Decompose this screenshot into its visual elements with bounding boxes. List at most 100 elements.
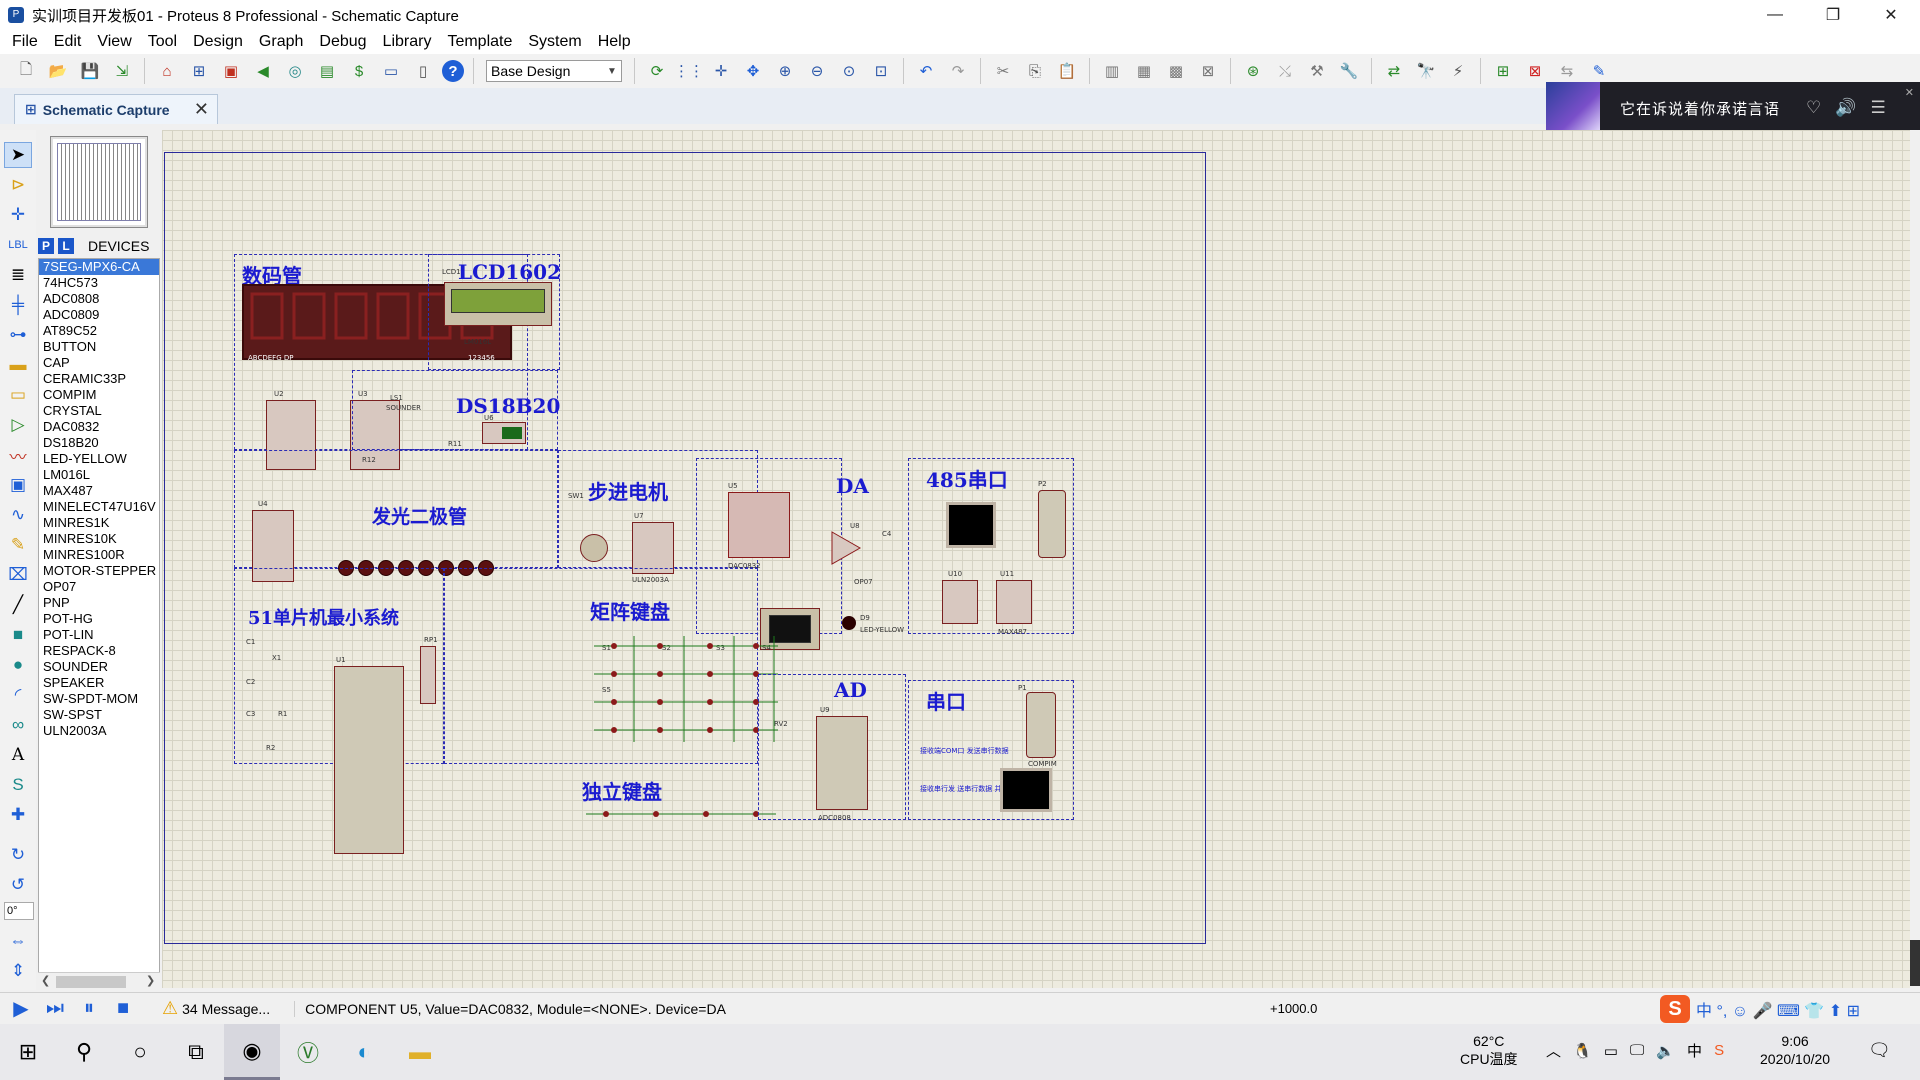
led-d9[interactable] — [842, 616, 856, 630]
device-item[interactable]: COMPIM — [39, 387, 159, 403]
device-item[interactable]: AT89C52 — [39, 323, 159, 339]
clock[interactable]: 9:06 2020/10/20 — [1760, 1032, 1830, 1068]
device-item[interactable]: CRYSTAL — [39, 403, 159, 419]
zoom-in-icon[interactable]: ⊕ — [772, 58, 798, 84]
device-item[interactable]: MINELECT47U16V — [39, 499, 159, 515]
file-explorer-icon[interactable]: ▬ — [392, 1024, 448, 1080]
schematic-icon[interactable]: ⊞ — [186, 58, 212, 84]
scroll-right-icon[interactable]: ❯ — [146, 974, 155, 987]
device-item[interactable]: 7SEG-MPX6-CA — [39, 259, 159, 275]
menu-system[interactable]: System — [520, 30, 589, 54]
close-tab-icon[interactable]: ✕ — [194, 99, 209, 120]
message-count[interactable]: ⚠ 34 Message... — [162, 998, 270, 1019]
task-view-icon[interactable]: ⧉ — [168, 1024, 224, 1080]
device-item[interactable]: PNP — [39, 595, 159, 611]
rp1-respack[interactable] — [420, 646, 436, 704]
help-icon[interactable]: ? — [442, 60, 464, 82]
u7-uln2003a[interactable] — [632, 522, 674, 574]
device-item[interactable]: MINRES1K — [39, 515, 159, 531]
battery-icon[interactable]: ▭ — [1604, 1042, 1618, 1060]
volume-icon[interactable]: 🔊 — [1835, 98, 1856, 118]
u1-at89c52[interactable] — [334, 666, 404, 854]
package-tool-icon[interactable]: ⚒ — [1304, 58, 1330, 84]
device-pins-mode-icon[interactable]: ▭ — [4, 382, 32, 408]
graph-mode-icon[interactable]: ▷ — [4, 412, 32, 438]
mirror-x-icon[interactable]: ⇔ — [4, 928, 32, 954]
menu-tool[interactable]: Tool — [140, 30, 185, 54]
rotate-cw-icon[interactable]: ↻ — [4, 842, 32, 868]
device-item[interactable]: ULN2003A — [39, 723, 159, 739]
device-item[interactable]: DS18B20 — [39, 435, 159, 451]
keil-taskbar-icon[interactable]: Ⓥ — [280, 1024, 336, 1080]
menu-view[interactable]: View — [89, 30, 139, 54]
3d-view-icon[interactable]: ◎ — [282, 58, 308, 84]
device-item[interactable]: MINRES100R — [39, 547, 159, 563]
component-mode-icon[interactable]: ⊳ — [4, 172, 32, 198]
maximize-button[interactable]: ❐ — [1804, 0, 1862, 30]
block-delete-icon[interactable]: ⊠ — [1195, 58, 1221, 84]
menu-debug[interactable]: Debug — [311, 30, 374, 54]
cortana-icon[interactable]: ○ — [112, 1024, 168, 1080]
voltage-probe-icon[interactable]: ∿ — [4, 502, 32, 528]
menu-edit[interactable]: Edit — [46, 30, 90, 54]
property-assign-icon[interactable]: ⚡ — [1445, 58, 1471, 84]
device-item[interactable]: DAC0832 — [39, 419, 159, 435]
save-icon[interactable]: 💾 — [77, 58, 103, 84]
op07-triangle[interactable] — [830, 530, 862, 566]
device-item[interactable]: SW-SPST — [39, 707, 159, 723]
device-item[interactable]: 74HC573 — [39, 275, 159, 291]
circle-2d-icon[interactable]: ● — [4, 652, 32, 678]
symbol-2d-icon[interactable]: S — [4, 772, 32, 798]
ime-indicator-icon[interactable]: 中 — [1687, 1040, 1702, 1061]
stop-icon[interactable]: ■ — [110, 996, 136, 1022]
bom-icon[interactable]: ▤ — [314, 58, 340, 84]
buses-mode-icon[interactable]: ╪ — [4, 292, 32, 318]
device-item[interactable]: POT-LIN — [39, 627, 159, 643]
menu-library[interactable]: Library — [375, 30, 440, 54]
device-item[interactable]: MOTOR-STEPPER — [39, 563, 159, 579]
tab-schematic-capture[interactable]: ⊞ Schematic Capture ✕ — [14, 94, 218, 124]
proteus-taskbar-icon[interactable]: ◉ — [224, 1024, 280, 1080]
cut-icon[interactable]: ✂ — [990, 58, 1016, 84]
schematic-canvas[interactable]: 数码管 ABCDEFG DP 123456 U2 U3 LCD1602 LCD1… — [162, 130, 1910, 988]
arc-2d-icon[interactable]: ◜ — [4, 682, 32, 708]
text-2d-icon[interactable]: A — [4, 742, 32, 768]
device-item[interactable]: RESPACK-8 — [39, 643, 159, 659]
mirror-y-icon[interactable]: ⇕ — [4, 958, 32, 984]
pan-icon[interactable]: ✥ — [740, 58, 766, 84]
tray-chevron-icon[interactable]: ︿ — [1546, 1040, 1561, 1061]
library-manager-button[interactable]: L — [58, 238, 74, 254]
marker-2d-icon[interactable]: ✚ — [4, 802, 32, 828]
minimize-button[interactable]: — — [1746, 0, 1804, 30]
new-file-icon[interactable]: 🗋 — [13, 58, 39, 84]
ime-controls[interactable]: 中 °, ☺ 🎤 ⌨ 👕 ⬆ ⊞ — [1696, 997, 1860, 1021]
step-icon[interactable]: ⏭ — [42, 996, 68, 1022]
remove-sheet-icon[interactable]: ⊠ — [1522, 58, 1548, 84]
p1-compim[interactable] — [1026, 692, 1056, 758]
text-script-mode-icon[interactable]: ≣ — [4, 262, 32, 288]
qq-icon[interactable]: 🐧 — [1573, 1042, 1592, 1060]
pcb-icon[interactable]: ▣ — [218, 58, 244, 84]
wire-label-mode-icon[interactable]: LBL — [4, 232, 32, 258]
home-icon[interactable]: ⌂ — [154, 58, 180, 84]
u11-max487[interactable] — [996, 580, 1032, 624]
design-explorer-icon[interactable]: ✎ — [1586, 58, 1612, 84]
close-button[interactable]: ✕ — [1862, 0, 1920, 30]
virtual-terminal-485[interactable] — [946, 502, 996, 548]
block-move-icon[interactable]: ▦ — [1131, 58, 1157, 84]
overview-window[interactable] — [50, 136, 148, 228]
open-folder-icon[interactable]: 📂 — [45, 58, 71, 84]
terminals-mode-icon[interactable]: ▬ — [4, 352, 32, 378]
subcircuit-mode-icon[interactable]: ⊶ — [4, 322, 32, 348]
device-item[interactable]: SOUNDER — [39, 659, 159, 675]
device-item[interactable]: OP07 — [39, 579, 159, 595]
scroll-left-icon[interactable]: ❮ — [41, 974, 50, 987]
independent-keys[interactable] — [586, 806, 776, 822]
rotation-input[interactable]: 0° — [4, 902, 34, 920]
origin-icon[interactable]: ✛ — [708, 58, 734, 84]
menu-design[interactable]: Design — [185, 30, 251, 54]
album-cover[interactable] — [1546, 82, 1600, 134]
stepper-motor[interactable] — [580, 534, 608, 562]
sogou-tray-icon[interactable]: S — [1714, 1042, 1724, 1059]
goto-sheet-icon[interactable]: ⇆ — [1554, 58, 1580, 84]
